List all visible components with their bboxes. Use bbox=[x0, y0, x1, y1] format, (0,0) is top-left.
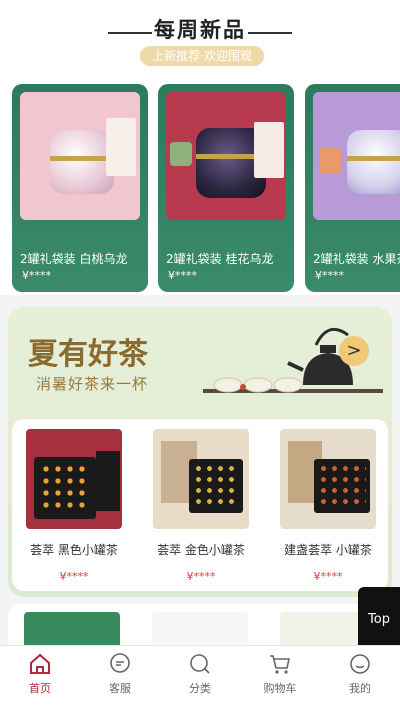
banner-title: 夏有好茶 bbox=[28, 337, 148, 372]
product-price: ¥**** bbox=[59, 570, 89, 583]
product-list: 荟萃 黑色小罐茶 ¥**** 荟萃 金色小罐茶 ¥**** 建盏荟萃 小罐茶 ¥… bbox=[12, 419, 388, 591]
cart-icon bbox=[270, 655, 290, 674]
product-card[interactable]: 2罐礼袋装 白桃乌龙 ¥**** bbox=[12, 84, 148, 292]
tab-label: 分类 bbox=[189, 682, 211, 695]
tab-customer-service[interactable]: 客服 bbox=[80, 652, 160, 696]
back-to-top-button[interactable]: Top bbox=[358, 587, 400, 653]
product-image bbox=[280, 429, 376, 529]
smiley-icon bbox=[350, 654, 370, 674]
search-icon bbox=[190, 654, 210, 674]
product-name: 建盏荟萃 小罐茶 bbox=[284, 543, 372, 557]
product-name: 2罐礼袋装 水果茶 bbox=[313, 252, 400, 266]
new-products-carousel[interactable]: 2罐礼袋装 白桃乌龙 ¥**** 2罐礼袋装 桂花乌龙 ¥**** 2罐礼袋装 … bbox=[0, 80, 400, 295]
product-image bbox=[313, 92, 400, 220]
product-item[interactable]: 荟萃 金色小罐茶 ¥**** bbox=[153, 429, 249, 583]
product-item[interactable]: 荟萃 黑色小罐茶 ¥**** bbox=[26, 429, 122, 583]
product-image bbox=[20, 92, 140, 220]
product-name: 2罐礼袋装 桂花乌龙 bbox=[166, 252, 274, 266]
tab-label: 首页 bbox=[29, 682, 51, 695]
chat-icon bbox=[110, 653, 130, 673]
home-icon bbox=[30, 653, 50, 674]
section-header: 每周新品 上新推荐·欢迎围观 bbox=[0, 0, 400, 80]
product-name: 荟萃 金色小罐茶 bbox=[157, 543, 245, 557]
bottom-tab-bar: 首页 客服 分类 购物车 我的 bbox=[0, 645, 400, 711]
product-price: ¥**** bbox=[22, 269, 51, 282]
product-name: 荟萃 黑色小罐茶 bbox=[30, 543, 118, 557]
product-price: ¥**** bbox=[315, 269, 344, 282]
title-divider-right bbox=[248, 32, 292, 34]
summer-tea-banner[interactable]: 夏有好茶 消暑好茶来一杯 > 荟萃 黑色小罐茶 ¥**** 荟萃 金色小罐茶 ¥… bbox=[8, 307, 392, 597]
product-image bbox=[26, 429, 122, 529]
banner-arrow-button[interactable]: > bbox=[339, 336, 369, 366]
tab-label: 我的 bbox=[349, 682, 371, 695]
tab-category[interactable]: 分类 bbox=[160, 652, 240, 696]
product-price: ¥**** bbox=[186, 570, 216, 583]
product-price: ¥**** bbox=[313, 570, 343, 583]
tab-home[interactable]: 首页 bbox=[0, 652, 80, 696]
section-subtitle-badge: 上新推荐·欢迎围观 bbox=[140, 46, 264, 66]
product-price: ¥**** bbox=[168, 269, 197, 282]
product-name: 2罐礼袋装 白桃乌龙 bbox=[20, 252, 128, 266]
tab-profile[interactable]: 我的 bbox=[320, 652, 400, 696]
banner-subtitle: 消暑好茶来一杯 bbox=[36, 375, 149, 393]
tab-cart[interactable]: 购物车 bbox=[240, 652, 320, 696]
product-card[interactable]: 2罐礼袋装 水果茶 ¥**** bbox=[305, 84, 400, 292]
tab-label: 购物车 bbox=[263, 682, 297, 695]
product-item[interactable]: 建盏荟萃 小罐茶 ¥**** bbox=[280, 429, 376, 583]
section-title: 每周新品 bbox=[154, 18, 246, 42]
product-image bbox=[153, 429, 249, 529]
product-card[interactable]: 2罐礼袋装 桂花乌龙 ¥**** bbox=[158, 84, 294, 292]
product-image bbox=[166, 92, 286, 220]
tab-label: 客服 bbox=[109, 682, 131, 695]
